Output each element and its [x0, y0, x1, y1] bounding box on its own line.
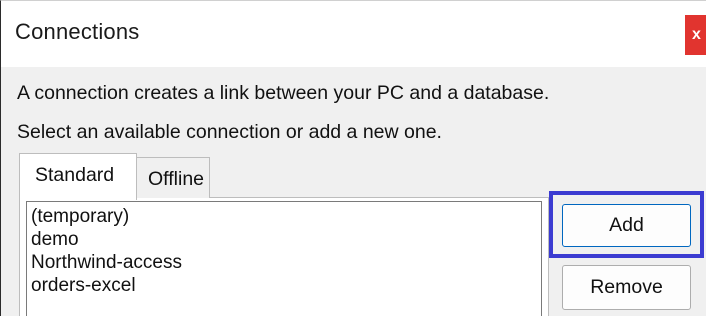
dialog-title: Connections: [15, 19, 140, 44]
list-item[interactable]: orders-excel: [31, 274, 541, 297]
connections-dialog: Connections x A connection creates a lin…: [0, 0, 706, 316]
remove-button[interactable]: Remove: [562, 265, 691, 310]
description-line-1: A connection creates a link between your…: [17, 82, 550, 104]
title-bar: Connections x: [1, 1, 706, 67]
list-item[interactable]: demo: [31, 228, 541, 251]
close-icon[interactable]: x: [685, 15, 706, 55]
tab-offline[interactable]: Offline: [136, 157, 210, 198]
connections-list[interactable]: (temporary) demo Northwind-access orders…: [26, 201, 542, 316]
list-item[interactable]: (temporary): [31, 205, 541, 228]
add-button[interactable]: Add: [562, 204, 691, 247]
tab-standard[interactable]: Standard: [19, 153, 137, 200]
list-item[interactable]: Northwind-access: [31, 251, 541, 274]
description-line-2: Select an available connection or add a …: [17, 121, 442, 143]
